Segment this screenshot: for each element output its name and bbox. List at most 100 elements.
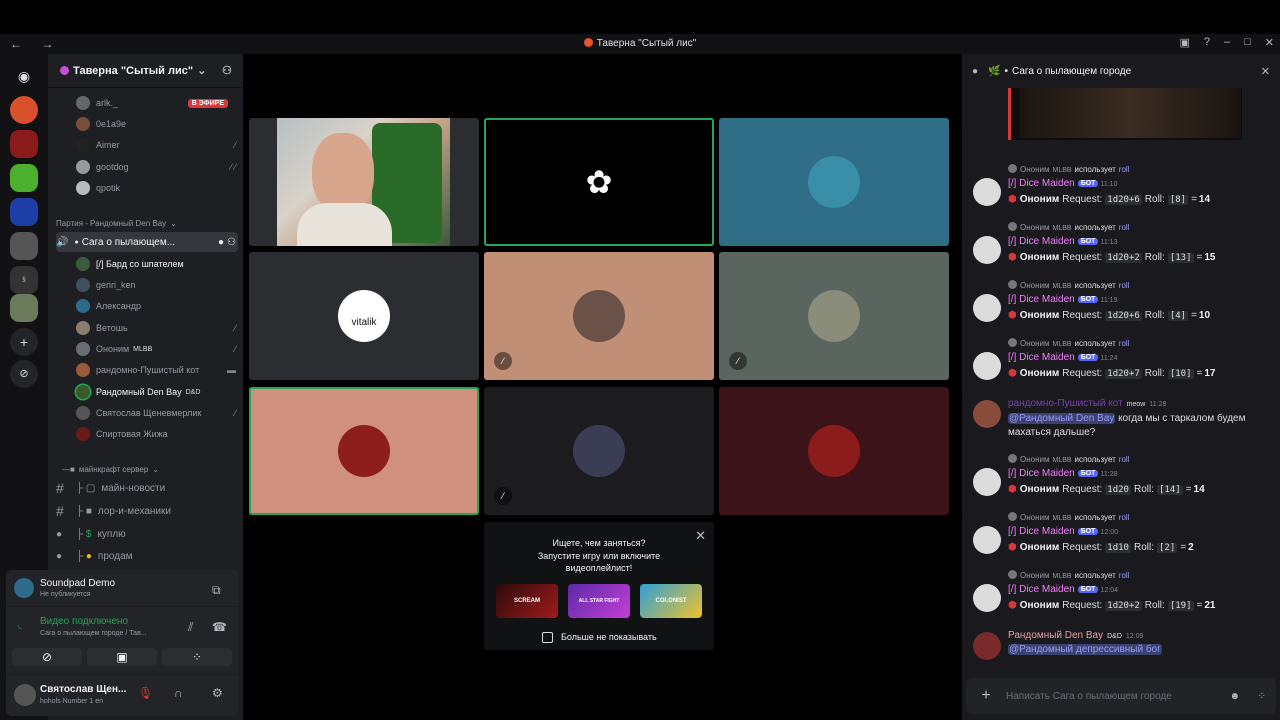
command-name[interactable]: roll bbox=[1119, 223, 1130, 232]
server-icon-6[interactable]: § bbox=[10, 266, 38, 294]
bot-avatar[interactable] bbox=[973, 178, 1001, 206]
category-header[interactable]: —■ майнкрафт сервер ⌄ bbox=[62, 460, 242, 478]
disconnect-icon[interactable]: ☎ bbox=[212, 620, 227, 634]
server-icon-tavern[interactable] bbox=[10, 96, 38, 124]
add-member-icon[interactable]: ⚇ bbox=[222, 64, 232, 77]
voice-user[interactable]: qpotik bbox=[76, 179, 236, 197]
discord-home-icon[interactable]: ◉ bbox=[10, 62, 38, 90]
add-server-icon[interactable]: + bbox=[10, 328, 38, 356]
author-name[interactable]: Рандомный Den Bay bbox=[1008, 630, 1103, 641]
command-user[interactable]: Ононим bbox=[1020, 513, 1049, 522]
mention[interactable]: @Рандомный депрессивный бог bbox=[1008, 644, 1162, 655]
camera-off-button[interactable]: ⊘ bbox=[12, 648, 82, 666]
bot-avatar[interactable] bbox=[973, 468, 1001, 496]
party-member[interactable]: Ветошь ⁄ bbox=[76, 319, 236, 337]
command-name[interactable]: roll bbox=[1119, 455, 1130, 464]
command-user[interactable]: Ононим bbox=[1020, 281, 1049, 290]
headphones-icon[interactable]: ∩ bbox=[174, 686, 183, 700]
emoji-icon[interactable]: ☻ bbox=[1229, 691, 1240, 702]
settings-gear-icon[interactable]: ⚙ bbox=[212, 686, 223, 700]
server-icon-2[interactable] bbox=[10, 130, 38, 158]
video-tile[interactable]: ⁄ bbox=[484, 252, 714, 380]
text-channel[interactable]: ● ├ $ куплю bbox=[56, 525, 236, 543]
video-tile-speaking[interactable] bbox=[249, 387, 479, 515]
text-channel[interactable]: # ├ ▢ майн-новости bbox=[56, 479, 236, 497]
message-input[interactable]: + Написать Сага о пылающем городе ☻ ⁘ bbox=[966, 678, 1276, 714]
invite-icon[interactable]: ⚇ bbox=[227, 237, 236, 248]
party-member[interactable]: genri_ken bbox=[76, 276, 236, 294]
party-member[interactable]: Ононим MLBB ⁄ bbox=[76, 340, 236, 358]
command-user[interactable]: Ононим bbox=[1020, 339, 1049, 348]
server-header[interactable]: Таверна "Сытый лис" ⌄ ⚇ bbox=[48, 54, 243, 88]
game-card[interactable]: SCREAM bbox=[496, 584, 558, 618]
video-tile[interactable]: vitalik bbox=[249, 252, 479, 380]
voice-user[interactable]: gootdog ⁄ ⁄ bbox=[76, 158, 236, 176]
checkbox[interactable] bbox=[542, 632, 553, 643]
party-member[interactable]: [/] Бард со шпателем bbox=[76, 255, 236, 273]
bot-name[interactable]: [/] Dice Maiden bbox=[1008, 178, 1075, 189]
party-member[interactable]: Рандомный Den Bay D&D bbox=[76, 383, 236, 401]
user-avatar[interactable] bbox=[973, 632, 1001, 660]
maximize-button[interactable]: □ bbox=[1244, 36, 1251, 49]
party-member[interactable]: рандомно-Пушистый кот ▬ bbox=[76, 361, 236, 379]
bot-name[interactable]: [/] Dice Maiden bbox=[1008, 294, 1075, 305]
user-avatar[interactable] bbox=[14, 684, 36, 706]
voice-status-channel[interactable]: Сага о пылающем городе / Тав... bbox=[40, 630, 147, 637]
text-channel[interactable]: ● ├ ● продам bbox=[56, 547, 236, 565]
command-user[interactable]: Ононим bbox=[1020, 165, 1049, 174]
close-button[interactable]: ✕ bbox=[1265, 36, 1274, 49]
party-member[interactable]: Святослав Щеневмерлик ⁄ bbox=[76, 404, 236, 422]
help-icon[interactable]: ? bbox=[1204, 36, 1210, 49]
server-icon-3[interactable] bbox=[10, 164, 38, 192]
command-user[interactable]: Ононим bbox=[1020, 455, 1049, 464]
voice-user[interactable]: Aimer ⁄ bbox=[76, 136, 236, 154]
bot-name[interactable]: [/] Dice Maiden bbox=[1008, 352, 1075, 363]
bot-avatar[interactable] bbox=[973, 352, 1001, 380]
video-tile-activity[interactable]: ✿ bbox=[484, 118, 714, 246]
mention[interactable]: @Рандомный Den Bay bbox=[1008, 413, 1116, 424]
command-name[interactable]: roll bbox=[1119, 513, 1130, 522]
bot-name[interactable]: [/] Dice Maiden bbox=[1008, 236, 1075, 247]
server-icon-4[interactable] bbox=[10, 198, 38, 226]
video-tile-camera[interactable] bbox=[249, 118, 479, 246]
close-icon[interactable]: ✕ bbox=[1261, 65, 1270, 78]
inbox-icon[interactable]: ▣ bbox=[1179, 36, 1189, 49]
voice-channel-active[interactable]: 🔊 ● Сага о пылающем... ● ⚇ bbox=[56, 232, 238, 252]
chat-icon[interactable]: ● bbox=[218, 237, 224, 248]
plus-icon[interactable]: + bbox=[966, 687, 1006, 705]
video-tile[interactable]: ⁄ bbox=[719, 252, 949, 380]
explore-icon[interactable]: ⊘ bbox=[10, 360, 38, 388]
activities-button[interactable]: ⁘ bbox=[162, 648, 232, 666]
apps-icon[interactable]: ⁘ bbox=[1258, 691, 1266, 702]
voice-user[interactable]: arlk._ В ЭФИРЕ bbox=[76, 94, 236, 112]
minimize-button[interactable]: – bbox=[1224, 36, 1230, 49]
command-user[interactable]: Ононим bbox=[1020, 571, 1049, 580]
command-name[interactable]: roll bbox=[1119, 339, 1130, 348]
video-tile[interactable]: ⁄ bbox=[484, 387, 714, 515]
voice-user[interactable]: 0e1a9e bbox=[76, 115, 236, 133]
mic-muted-icon[interactable]: 🎙 bbox=[138, 686, 153, 700]
bot-name[interactable]: [/] Dice Maiden bbox=[1008, 584, 1075, 595]
party-category[interactable]: Партия - Рандомный Den Bay ⌄ bbox=[56, 214, 236, 232]
text-channel[interactable]: # ├ ■ лор-и-механики bbox=[56, 502, 236, 520]
party-member[interactable]: Спиртовая Жижа bbox=[76, 425, 236, 443]
bot-name[interactable]: [/] Dice Maiden bbox=[1008, 526, 1075, 537]
server-icon-5[interactable] bbox=[10, 232, 38, 260]
video-tile[interactable] bbox=[719, 118, 949, 246]
screen-share-button[interactable]: ▣ bbox=[87, 648, 157, 666]
game-card[interactable]: ALL STAR FIGHT bbox=[568, 584, 630, 618]
command-name[interactable]: roll bbox=[1119, 571, 1130, 580]
bot-avatar[interactable] bbox=[973, 584, 1001, 612]
command-name[interactable]: roll bbox=[1119, 165, 1130, 174]
command-user[interactable]: Ононим bbox=[1020, 223, 1049, 232]
game-card[interactable]: COLONIST bbox=[640, 584, 702, 618]
party-member[interactable]: Александр bbox=[76, 297, 236, 315]
bot-avatar[interactable] bbox=[973, 294, 1001, 322]
video-tile[interactable] bbox=[719, 387, 949, 515]
bot-avatar[interactable] bbox=[973, 236, 1001, 264]
command-name[interactable]: roll bbox=[1119, 281, 1130, 290]
bot-avatar[interactable] bbox=[973, 526, 1001, 554]
bot-name[interactable]: [/] Dice Maiden bbox=[1008, 468, 1075, 479]
embed-image[interactable] bbox=[1008, 88, 1242, 140]
server-icon-7[interactable] bbox=[10, 294, 38, 322]
